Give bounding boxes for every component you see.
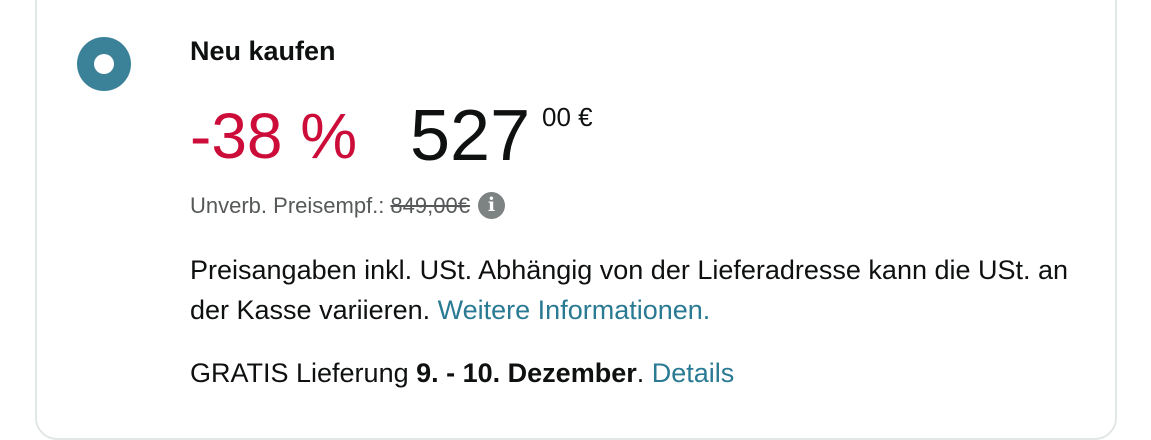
- info-icon[interactable]: i: [477, 192, 505, 219]
- delivery-dates: 9. - 10. Dezember: [416, 358, 637, 388]
- more-info-link[interactable]: Weitere Informationen.: [438, 295, 711, 325]
- option-title: Neu kaufen: [190, 36, 336, 66]
- delivery-suffix: .: [636, 358, 645, 388]
- radio-button-selected[interactable]: [77, 37, 131, 91]
- delivery-details-link[interactable]: Details: [652, 358, 735, 388]
- tax-notice: Preisangaben inkl. USt. Abhängig von der…: [190, 250, 1090, 330]
- list-price-value: 849,00€: [390, 192, 470, 218]
- discount-percentage: -38 %: [190, 100, 358, 172]
- delivery-prefix: GRATIS Lieferung: [190, 358, 409, 388]
- list-price-row: Unverb. Preisempf.: 849,00€ i: [190, 192, 505, 219]
- price-fraction-currency: 00 €: [542, 102, 593, 132]
- radio-dot: [94, 54, 114, 74]
- delivery-info: GRATIS Lieferung 9. - 10. Dezember. Deta…: [190, 358, 734, 389]
- list-price-label: Unverb. Preisempf.:: [190, 192, 385, 218]
- price-whole: 527: [410, 96, 531, 176]
